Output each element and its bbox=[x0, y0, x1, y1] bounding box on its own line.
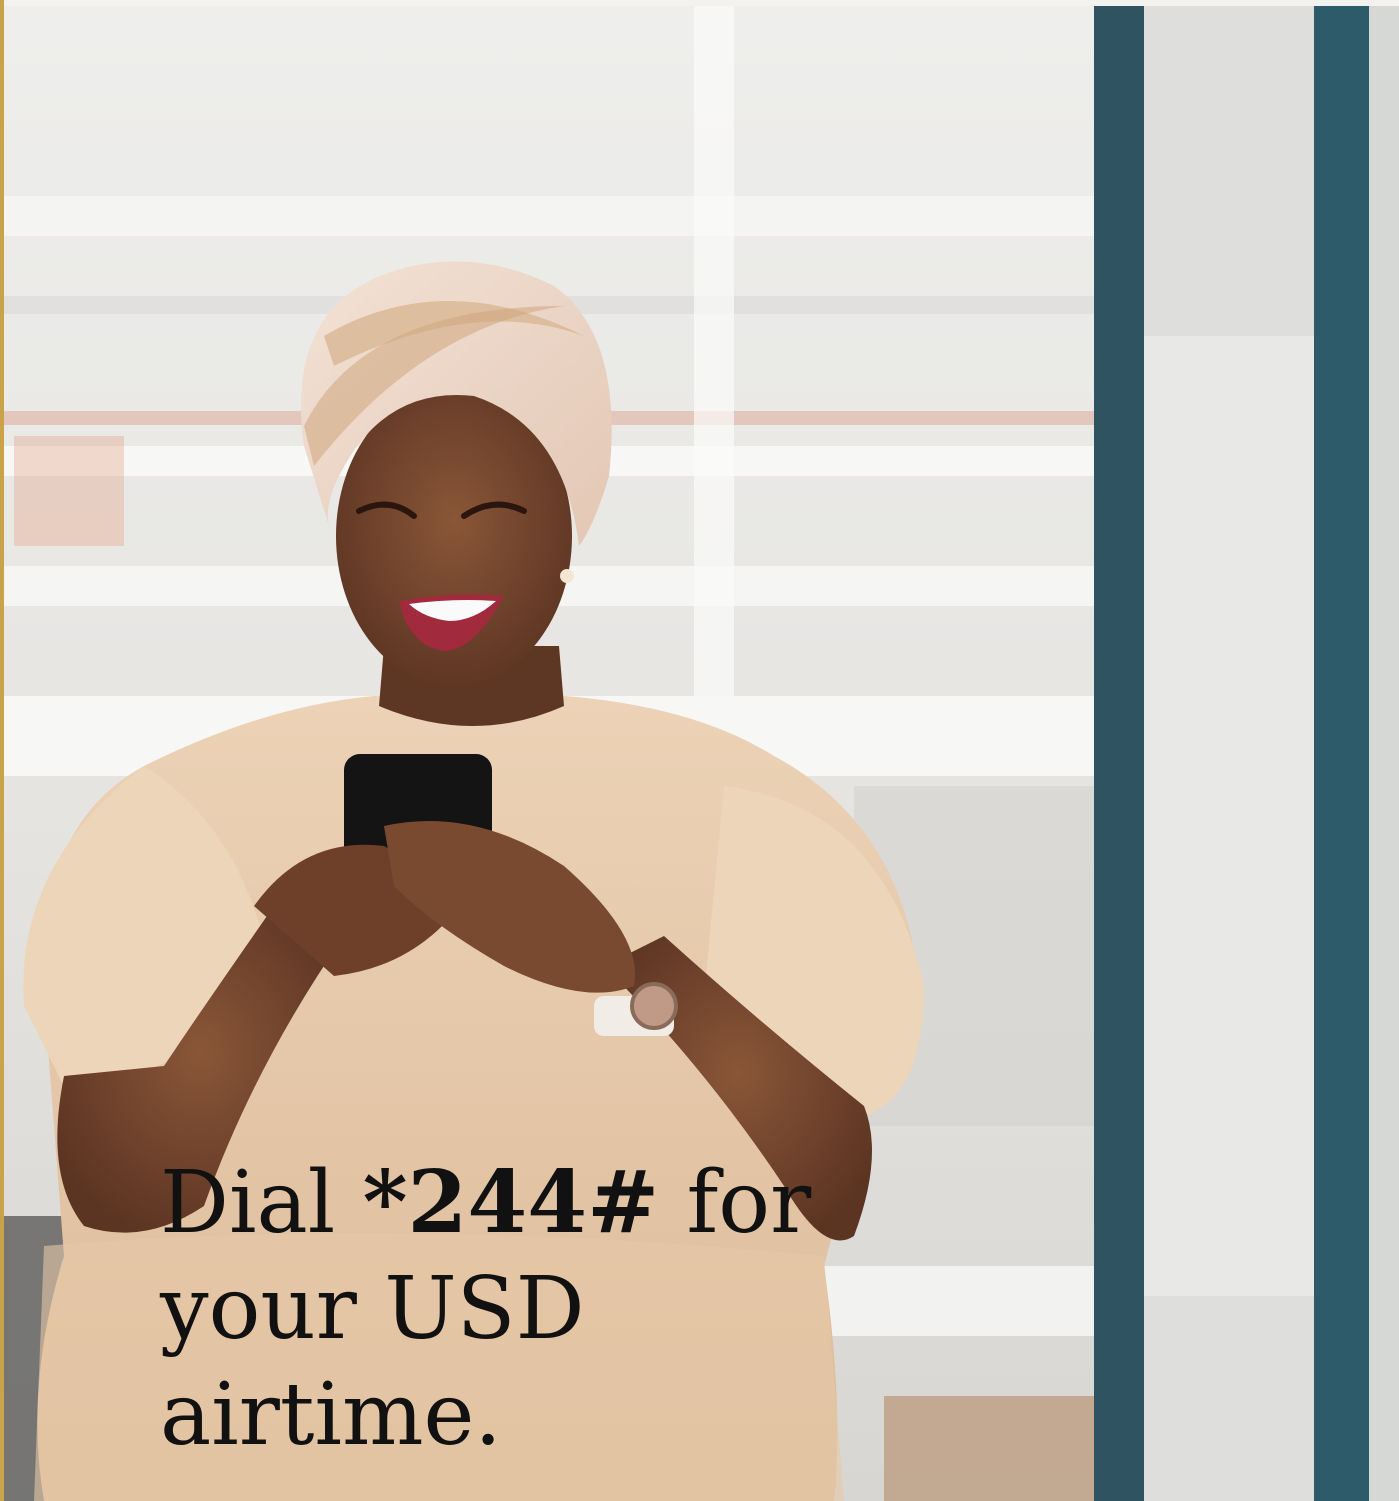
caption-line-3: airtime. bbox=[160, 1365, 502, 1465]
caption-line-2: your USD bbox=[160, 1259, 585, 1359]
promo-caption: Dial *244# for your USD airtime. bbox=[160, 1150, 840, 1468]
caption-line-1: Dial *244# for bbox=[160, 1150, 840, 1256]
caption-suffix: for bbox=[659, 1153, 812, 1253]
ad-banner: Dial *244# for your USD airtime. bbox=[0, 0, 1399, 1501]
ussd-code: *244# bbox=[362, 1152, 660, 1253]
caption-prefix: Dial bbox=[160, 1153, 363, 1253]
